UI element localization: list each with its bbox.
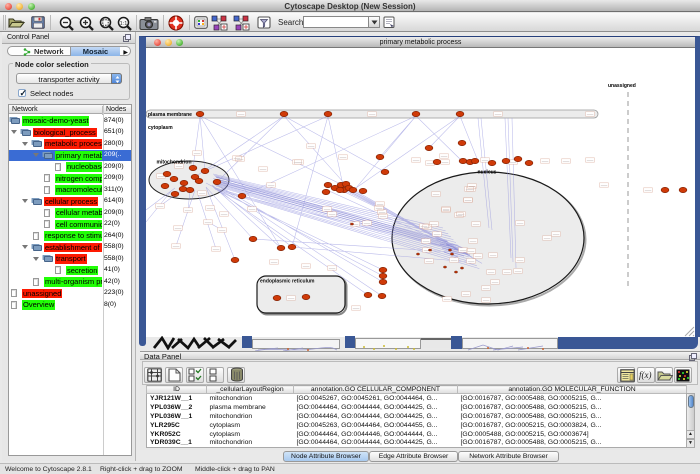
svg-text:cytoplasm: cytoplasm	[148, 125, 173, 131]
svg-text:unassigned: unassigned	[608, 83, 636, 89]
svg-text:mitochondrion: mitochondrion	[157, 160, 192, 166]
svg-text:plasma membrane: plasma membrane	[148, 112, 192, 118]
svg-text:nucleus: nucleus	[478, 170, 497, 176]
svg-text:endoplasmic reticulum: endoplasmic reticulum	[260, 279, 315, 285]
svg-text:1:1: 1:1	[120, 21, 128, 27]
